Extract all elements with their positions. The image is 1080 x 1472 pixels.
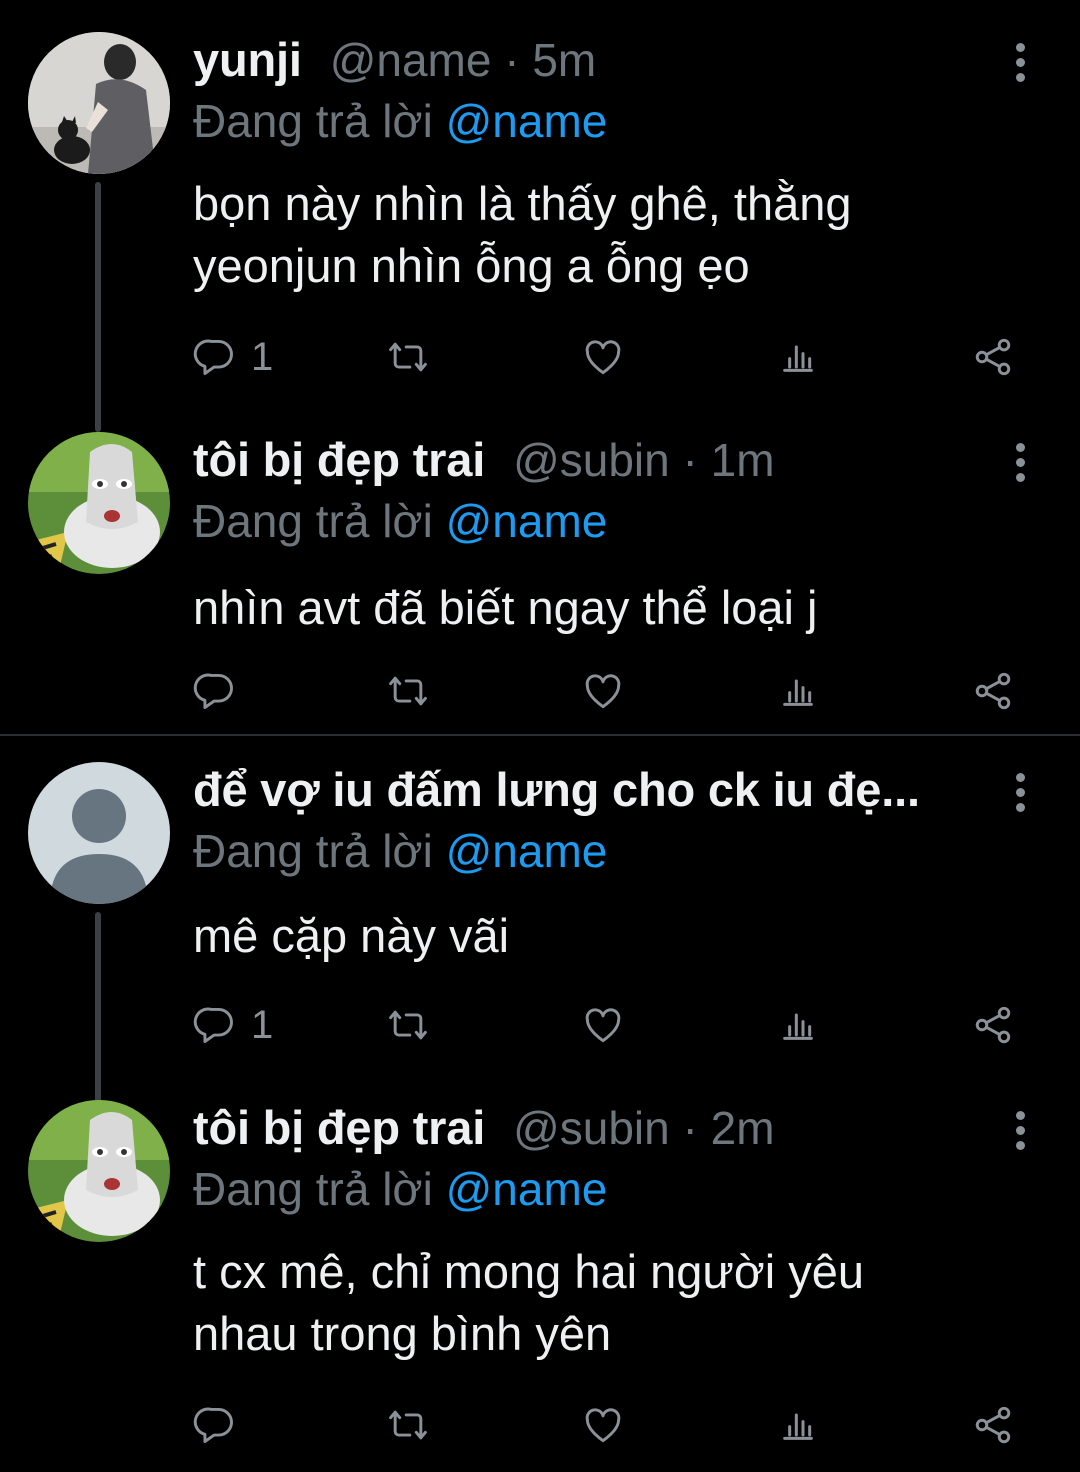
like-icon — [585, 1008, 621, 1043]
tweet-header: yunji @name · 5m — [193, 32, 596, 92]
retweet-icon — [389, 1010, 427, 1040]
handle-time: @name · 5m — [329, 34, 597, 86]
retweet-button[interactable] — [385, 332, 431, 382]
analytics-icon — [783, 1413, 813, 1440]
tweet-2[interactable]: tôi bị đẹp trai @subin · 1m Đang trả lời… — [0, 432, 1080, 732]
like-button[interactable] — [581, 332, 625, 382]
like-icon — [585, 674, 621, 709]
action-bar — [193, 1400, 1023, 1450]
tweet-header: để vợ iu đấm lưng cho ck iu đẹ... — [193, 762, 920, 822]
reply-icon — [193, 1407, 233, 1443]
more-icon[interactable] — [1000, 1100, 1040, 1160]
retweet-button[interactable] — [385, 666, 431, 716]
share-icon — [975, 672, 1011, 710]
avatar-cartoon-icon — [28, 1100, 170, 1242]
replying-to: Đang trả lời @name — [193, 1163, 608, 1215]
handle-time: @subin · 1m — [513, 434, 775, 486]
like-button[interactable] — [581, 666, 625, 716]
like-icon — [585, 340, 621, 375]
handle-time: @subin · 2m — [513, 1102, 775, 1154]
action-bar: 1 — [193, 1000, 1023, 1050]
share-icon — [975, 1006, 1011, 1044]
retweet-button[interactable] — [385, 1000, 431, 1050]
share-icon — [975, 1406, 1011, 1444]
tweet-text: bọn này nhìn là thấy ghê, thằng yeonjun … — [193, 177, 852, 292]
tweet-4[interactable]: tôi bị đẹp trai @subin · 2m Đang trả lời… — [0, 1100, 1080, 1460]
action-bar: 1 — [193, 332, 1023, 382]
analytics-icon — [783, 1013, 813, 1040]
like-button[interactable] — [581, 1000, 625, 1050]
tweet-1[interactable]: yunji @name · 5m Đang trả lời @name bọn … — [0, 32, 1080, 432]
tweet-text: t cx mê, chỉ mong hai người yêu nhau tro… — [193, 1245, 864, 1360]
reply-button[interactable]: 1 — [193, 1000, 273, 1050]
default-profile-icon — [28, 762, 170, 904]
analytics-button[interactable] — [778, 1000, 818, 1050]
reply-count: 1 — [251, 1002, 274, 1047]
display-name[interactable]: tôi bị đẹp trai — [193, 432, 485, 487]
share-button[interactable] — [971, 1400, 1015, 1450]
more-icon[interactable] — [1000, 432, 1040, 492]
tweet-text: mê cặp này vãi — [193, 909, 510, 962]
like-button[interactable] — [581, 1400, 625, 1450]
reply-button[interactable] — [193, 666, 251, 716]
tweet-text: nhìn avt đã biết ngay thể loại j — [193, 581, 818, 634]
avatar-cartoon-icon — [28, 432, 170, 574]
like-icon — [585, 1408, 621, 1443]
action-bar — [193, 666, 1023, 716]
more-icon[interactable] — [1000, 762, 1040, 822]
reply-icon — [193, 339, 233, 375]
retweet-button[interactable] — [385, 1400, 431, 1450]
tweet-header: tôi bị đẹp trai @subin · 2m — [193, 1100, 775, 1160]
retweet-icon — [389, 342, 427, 372]
reply-button[interactable]: 1 — [193, 332, 273, 382]
thread-divider — [0, 734, 1080, 736]
avatar[interactable] — [28, 762, 170, 904]
avatar[interactable] — [28, 32, 170, 174]
thread-line — [95, 182, 101, 432]
replying-to: Đang trả lời @name — [193, 95, 608, 147]
analytics-icon — [783, 679, 813, 706]
avatar[interactable] — [28, 1100, 170, 1242]
reply-icon — [193, 673, 233, 709]
share-icon — [975, 338, 1011, 376]
tweet-header: tôi bị đẹp trai @subin · 1m — [193, 432, 775, 492]
replying-to: Đang trả lời @name — [193, 825, 608, 877]
analytics-button[interactable] — [778, 1400, 818, 1450]
replying-to: Đang trả lời @name — [193, 495, 608, 547]
tweet-3[interactable]: để vợ iu đấm lưng cho ck iu đẹ... Đang t… — [0, 762, 1080, 1162]
avatar[interactable] — [28, 432, 170, 574]
share-button[interactable] — [971, 1000, 1015, 1050]
mention-link[interactable]: @name — [446, 1163, 608, 1215]
mention-link[interactable]: @name — [446, 95, 608, 147]
display-name[interactable]: tôi bị đẹp trai — [193, 1100, 485, 1155]
reply-button[interactable] — [193, 1400, 251, 1450]
display-name[interactable]: yunji — [193, 32, 302, 87]
more-icon[interactable] — [1000, 32, 1040, 92]
analytics-button[interactable] — [778, 332, 818, 382]
mention-link[interactable]: @name — [446, 495, 608, 547]
reply-icon — [193, 1007, 233, 1043]
analytics-button[interactable] — [778, 666, 818, 716]
retweet-icon — [389, 1410, 427, 1440]
retweet-icon — [389, 676, 427, 706]
avatar-photo-icon — [28, 32, 170, 174]
reply-count: 1 — [251, 334, 274, 379]
share-button[interactable] — [971, 666, 1015, 716]
mention-link[interactable]: @name — [446, 825, 608, 877]
share-button[interactable] — [971, 332, 1015, 382]
display-name[interactable]: để vợ iu đấm lưng cho ck iu đẹ... — [193, 762, 920, 817]
analytics-icon — [783, 345, 813, 372]
